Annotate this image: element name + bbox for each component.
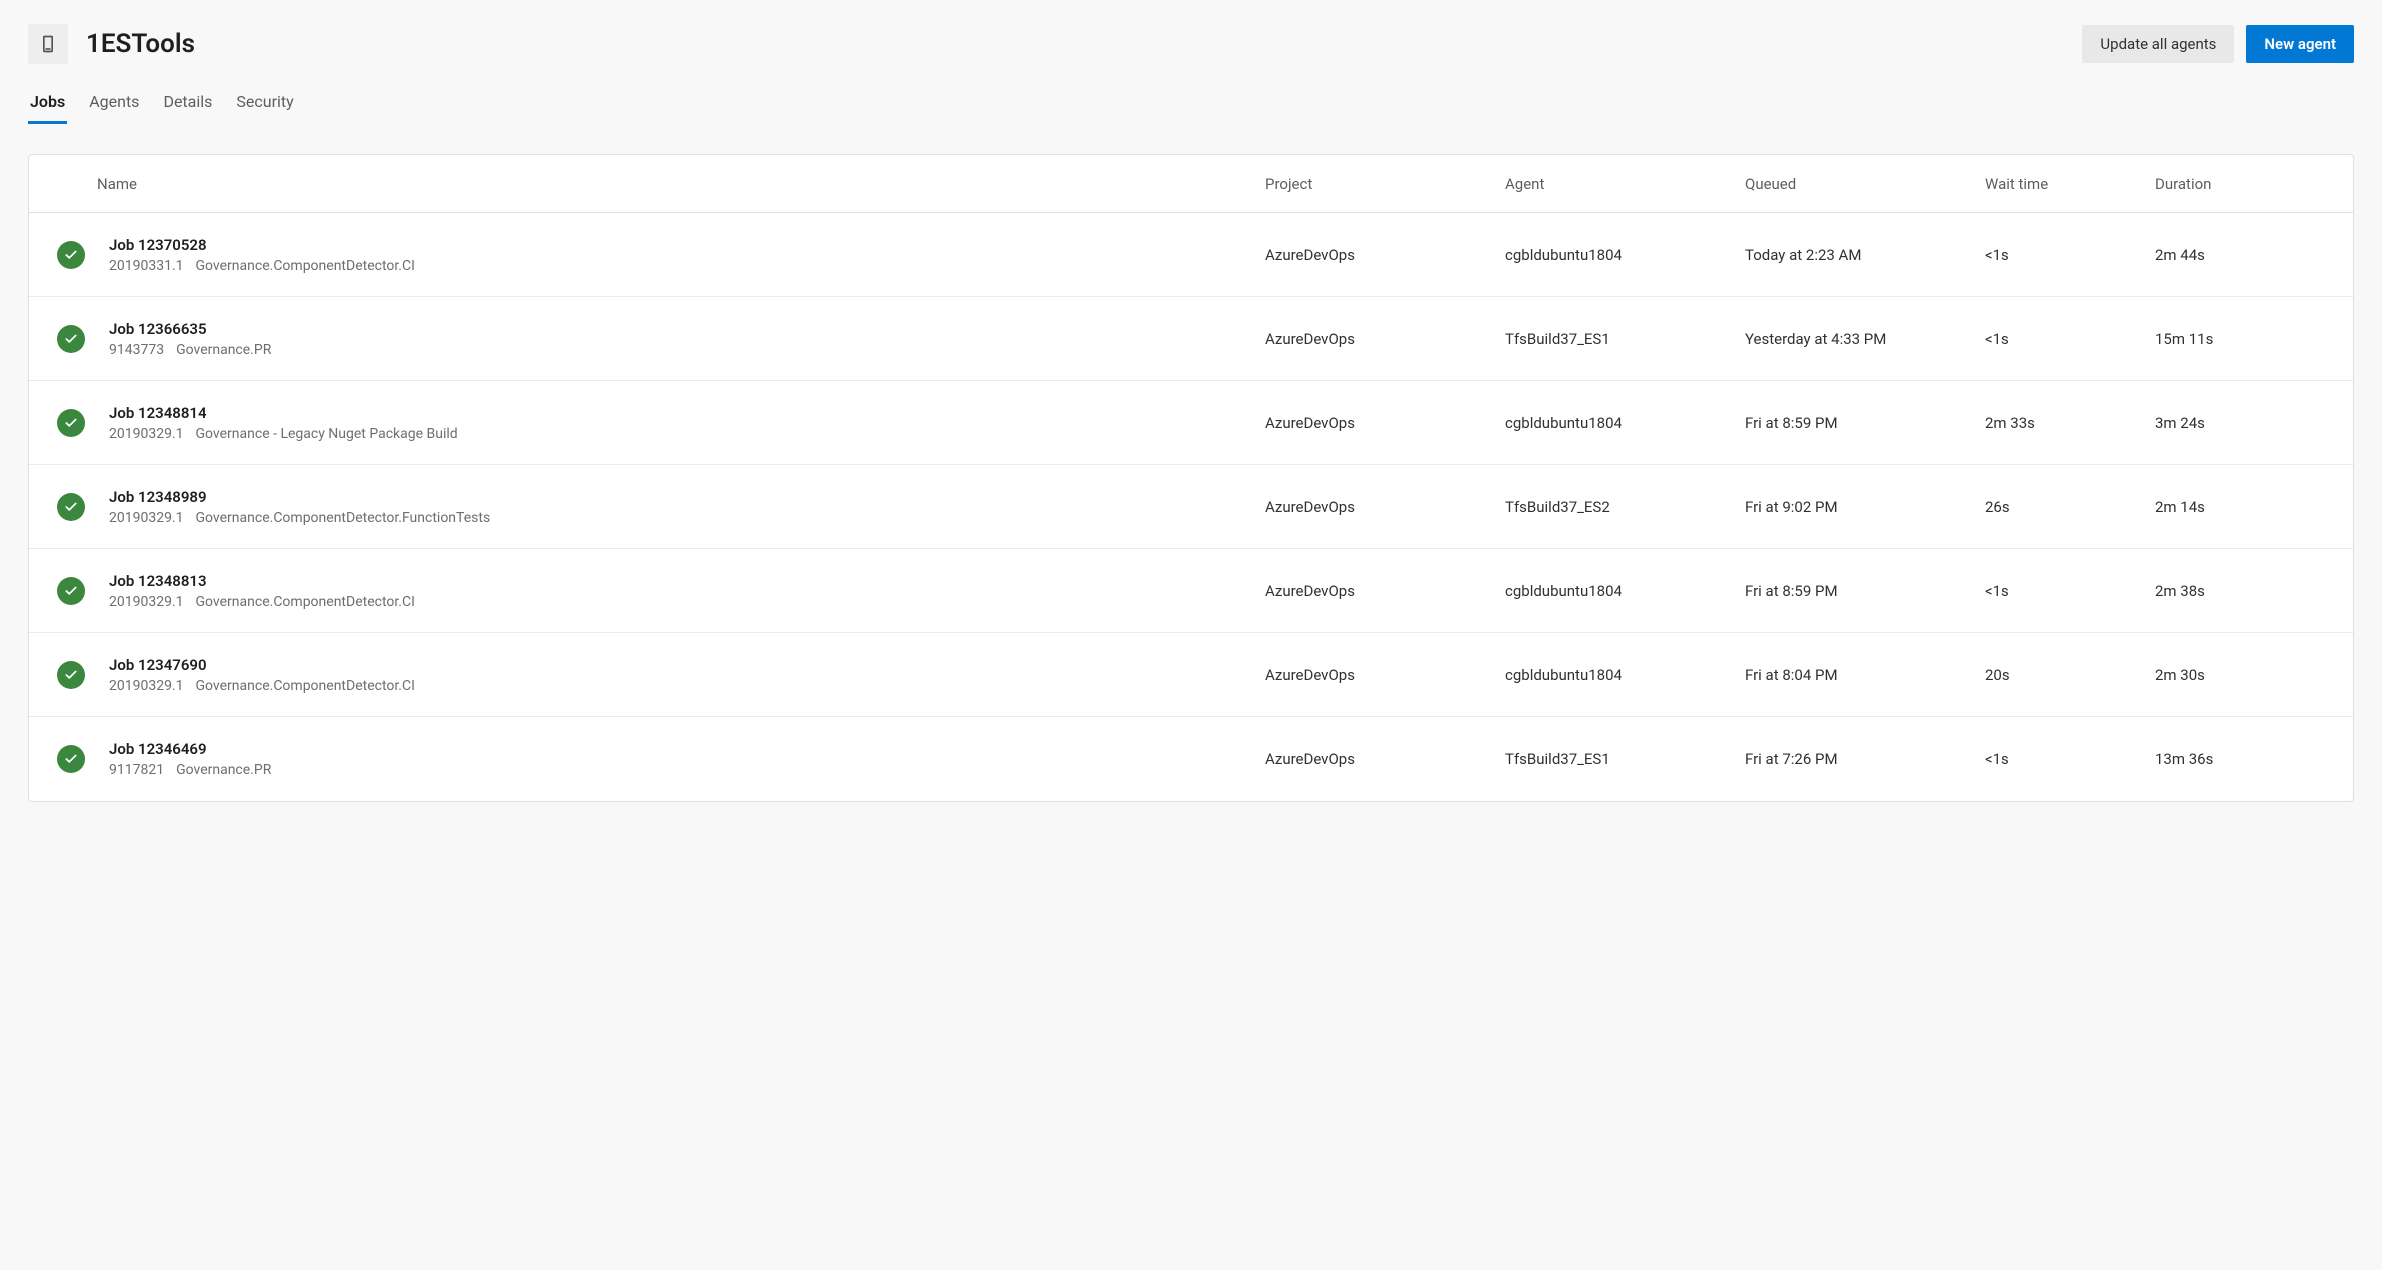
job-name: Job 12370528 [109,236,1265,254]
tab-details[interactable]: Details [161,84,214,123]
page-title: 1ESTools [86,29,195,59]
cell-duration: 2m 14s [2155,498,2325,516]
job-build-id: 9143773 [109,342,164,358]
cell-project: AzureDevOps [1265,750,1505,768]
cell-queued: Fri at 7:26 PM [1745,750,1985,768]
job-subtitle: 20190331.1 Governance.ComponentDetector.C… [109,258,1265,274]
job-build-id: 20190329.1 [109,594,184,610]
cell-agent: cgbldubuntu1804 [1505,246,1745,264]
cell-waitTime: 20s [1985,666,2155,684]
cell-waitTime: 26s [1985,498,2155,516]
update-all-agents-button[interactable]: Update all agents [2082,25,2234,63]
cell-project: AzureDevOps [1265,498,1505,516]
job-pipeline: Governance - Legacy Nuget Package Build [196,426,458,442]
cell-waitTime: <1s [1985,750,2155,768]
job-subtitle: 20190329.1 Governance.ComponentDetector.C… [109,678,1265,694]
tab-jobs[interactable]: Jobs [28,84,67,123]
tab-agents[interactable]: Agents [87,84,141,123]
job-pipeline: Governance.ComponentDetector.CI [196,258,415,274]
status-success-icon [57,661,85,689]
cell-project: AzureDevOps [1265,666,1505,684]
job-name: Job 12348814 [109,404,1265,422]
cell-duration: 3m 24s [2155,414,2325,432]
cell-waitTime: <1s [1985,582,2155,600]
cell-duration: 2m 38s [2155,582,2325,600]
job-build-id: 20190329.1 [109,510,184,526]
job-pipeline: Governance.ComponentDetector.CI [196,678,415,694]
page-header: 1ESTools Update all agents New agent [28,24,2354,64]
job-build-id: 9117821 [109,762,164,778]
status-success-icon [57,241,85,269]
cell-agent: TfsBuild37_ES1 [1505,750,1745,768]
jobs-table: Name Project Agent Queued Wait time Dura… [28,154,2354,802]
job-name: Job 12346469 [109,740,1265,758]
job-name: Job 12348813 [109,572,1265,590]
job-name: Job 12366635 [109,320,1265,338]
job-name: Job 12347690 [109,656,1265,674]
cell-queued: Fri at 8:59 PM [1745,582,1985,600]
job-subtitle: 9143773 Governance.PR [109,342,1265,358]
cell-project: AzureDevOps [1265,582,1505,600]
cell-project: AzureDevOps [1265,414,1505,432]
job-name: Job 12348989 [109,488,1265,506]
job-subtitle: 20190329.1 Governance.ComponentDetector.C… [109,594,1265,610]
job-subtitle: 20190329.1 Governance.ComponentDetector.F… [109,510,1265,526]
cell-queued: Today at 2:23 AM [1745,246,1985,264]
job-build-id: 20190329.1 [109,426,184,442]
status-success-icon [57,409,85,437]
cell-project: AzureDevOps [1265,246,1505,264]
cell-agent: cgbldubuntu1804 [1505,414,1745,432]
column-project[interactable]: Project [1265,175,1505,193]
pool-icon [28,24,68,64]
job-pipeline: Governance.ComponentDetector.FunctionTes… [196,510,491,526]
cell-agent: TfsBuild37_ES1 [1505,330,1745,348]
table-row[interactable]: Job 12347690 20190329.1 Governance.Compone… [29,633,2353,717]
cell-project: AzureDevOps [1265,330,1505,348]
job-pipeline: Governance.PR [176,762,271,778]
cell-duration: 2m 44s [2155,246,2325,264]
table-row[interactable]: Job 12370528 20190331.1 Governance.Compone… [29,213,2353,297]
status-success-icon [57,745,85,773]
job-pipeline: Governance.ComponentDetector.CI [196,594,415,610]
cell-queued: Fri at 8:59 PM [1745,414,1985,432]
column-name[interactable]: Name [97,175,1265,193]
cell-duration: 15m 11s [2155,330,2325,348]
table-header: Name Project Agent Queued Wait time Dura… [29,155,2353,213]
column-agent[interactable]: Agent [1505,175,1745,193]
job-subtitle: 20190329.1 Governance - Legacy Nuget Pack… [109,426,1265,442]
table-row[interactable]: Job 12366635 9143773 Governance.PR AzureDev… [29,297,2353,381]
cell-waitTime: <1s [1985,246,2155,264]
cell-duration: 13m 36s [2155,750,2325,768]
status-success-icon [57,325,85,353]
cell-duration: 2m 30s [2155,666,2325,684]
cell-queued: Fri at 8:04 PM [1745,666,1985,684]
tab-bar: Jobs Agents Details Security [28,84,2354,124]
job-build-id: 20190329.1 [109,678,184,694]
column-queued[interactable]: Queued [1745,175,1985,193]
new-agent-button[interactable]: New agent [2246,25,2354,63]
table-row[interactable]: Job 12348989 20190329.1 Governance.Compone… [29,465,2353,549]
cell-agent: cgbldubuntu1804 [1505,666,1745,684]
cell-waitTime: 2m 33s [1985,414,2155,432]
job-subtitle: 9117821 Governance.PR [109,762,1265,778]
status-success-icon [57,493,85,521]
table-row[interactable]: Job 12348813 20190329.1 Governance.Compone… [29,549,2353,633]
table-row[interactable]: Job 12346469 9117821 Governance.PR AzureDev… [29,717,2353,801]
cell-queued: Fri at 9:02 PM [1745,498,1985,516]
status-success-icon [57,577,85,605]
cell-agent: TfsBuild37_ES2 [1505,498,1745,516]
column-duration[interactable]: Duration [2155,175,2325,193]
column-wait-time[interactable]: Wait time [1985,175,2155,193]
cell-queued: Yesterday at 4:33 PM [1745,330,1985,348]
job-pipeline: Governance.PR [176,342,271,358]
table-row[interactable]: Job 12348814 20190329.1 Governance - Legac… [29,381,2353,465]
cell-agent: cgbldubuntu1804 [1505,582,1745,600]
tab-security[interactable]: Security [234,84,295,123]
cell-waitTime: <1s [1985,330,2155,348]
job-build-id: 20190331.1 [109,258,184,274]
